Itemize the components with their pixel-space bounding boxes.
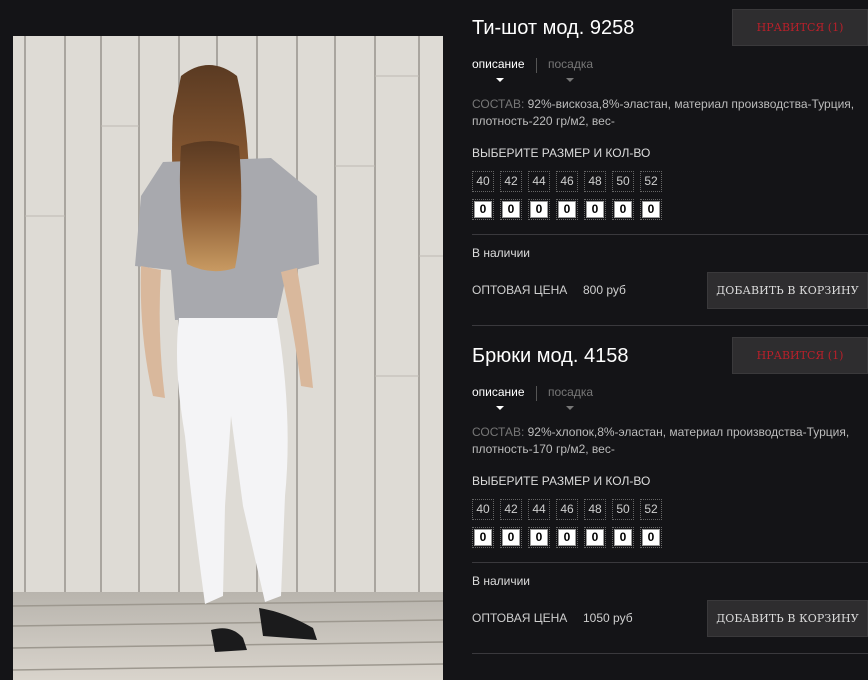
quantity-input[interactable]: 0 [584,199,606,220]
tab-active-arrow-icon [496,406,504,410]
size-option[interactable]: 40 [472,499,494,520]
price-value: 800 руб [583,283,626,297]
tab-description[interactable]: описание [472,385,525,399]
size-option[interactable]: 40 [472,171,494,192]
price-value: 1050 руб [583,611,633,625]
size-option[interactable]: 50 [612,171,634,192]
composition-text: 92%-хлопок,8%-эластан, материал производ… [472,425,850,456]
size-option[interactable]: 44 [528,499,550,520]
tab-fit[interactable]: посадка [548,57,593,71]
like-button[interactable]: НРАВИТСЯ (1) [732,9,868,46]
tab-divider [536,386,537,401]
size-option[interactable]: 48 [584,499,606,520]
composition-label: СОСТАВ: [472,97,525,111]
quantity-input[interactable]: 0 [472,199,494,220]
quantity-input[interactable]: 0 [500,527,522,548]
product-title: Брюки мод. 4158 [472,345,629,367]
stock-status: В наличии [472,246,531,260]
tab-active-arrow-icon [496,78,504,82]
tab-fit[interactable]: посадка [548,385,593,399]
add-to-cart-button[interactable]: ДОБАВИТЬ В КОРЗИНУ [707,272,868,309]
quantity-input[interactable]: 0 [528,199,550,220]
divider [472,234,868,235]
quantity-input[interactable]: 0 [556,199,578,220]
quantity-input[interactable]: 0 [640,199,662,220]
quantity-input[interactable]: 0 [528,527,550,548]
size-option[interactable]: 46 [556,499,578,520]
like-button[interactable]: НРАВИТСЯ (1) [732,337,868,374]
size-option[interactable]: 50 [612,499,634,520]
quantity-input[interactable]: 0 [500,199,522,220]
quantity-input[interactable]: 0 [556,527,578,548]
quantity-input[interactable]: 0 [612,199,634,220]
price-label: ОПТОВАЯ ЦЕНА [472,611,568,625]
size-option[interactable]: 42 [500,171,522,192]
size-title: ВЫБЕРИТЕ РАЗМЕР И КОЛ-ВО [472,474,651,488]
product-photo [13,36,443,680]
composition: СОСТАВ: 92%-хлопок,8%-эластан, материал … [472,424,868,458]
quantity-input[interactable]: 0 [584,527,606,548]
divider [472,325,868,326]
divider [472,653,868,654]
size-option[interactable]: 48 [584,171,606,192]
stock-status: В наличии [472,574,531,588]
add-to-cart-button[interactable]: ДОБАВИТЬ В КОРЗИНУ [707,600,868,637]
divider [472,562,868,563]
size-option[interactable]: 52 [640,499,662,520]
tab-divider [536,58,537,73]
composition-text: 92%-вискоза,8%-эластан, материал произво… [472,97,855,128]
size-title: ВЫБЕРИТЕ РАЗМЕР И КОЛ-ВО [472,146,651,160]
tab-description[interactable]: описание [472,57,525,71]
quantity-input[interactable]: 0 [640,527,662,548]
quantity-input[interactable]: 0 [472,527,494,548]
composition: СОСТАВ: 92%-вискоза,8%-эластан, материал… [472,96,868,130]
size-option[interactable]: 46 [556,171,578,192]
product-title: Ти-шот мод. 9258 [472,17,635,39]
product-tabs: описание посадка [472,57,612,87]
size-option[interactable]: 44 [528,171,550,192]
price-label: ОПТОВАЯ ЦЕНА [472,283,568,297]
product-tabs: описание посадка [472,385,612,415]
tab-arrow-icon [566,406,574,410]
size-option[interactable]: 52 [640,171,662,192]
tab-arrow-icon [566,78,574,82]
size-option[interactable]: 42 [500,499,522,520]
quantity-input[interactable]: 0 [612,527,634,548]
composition-label: СОСТАВ: [472,425,525,439]
